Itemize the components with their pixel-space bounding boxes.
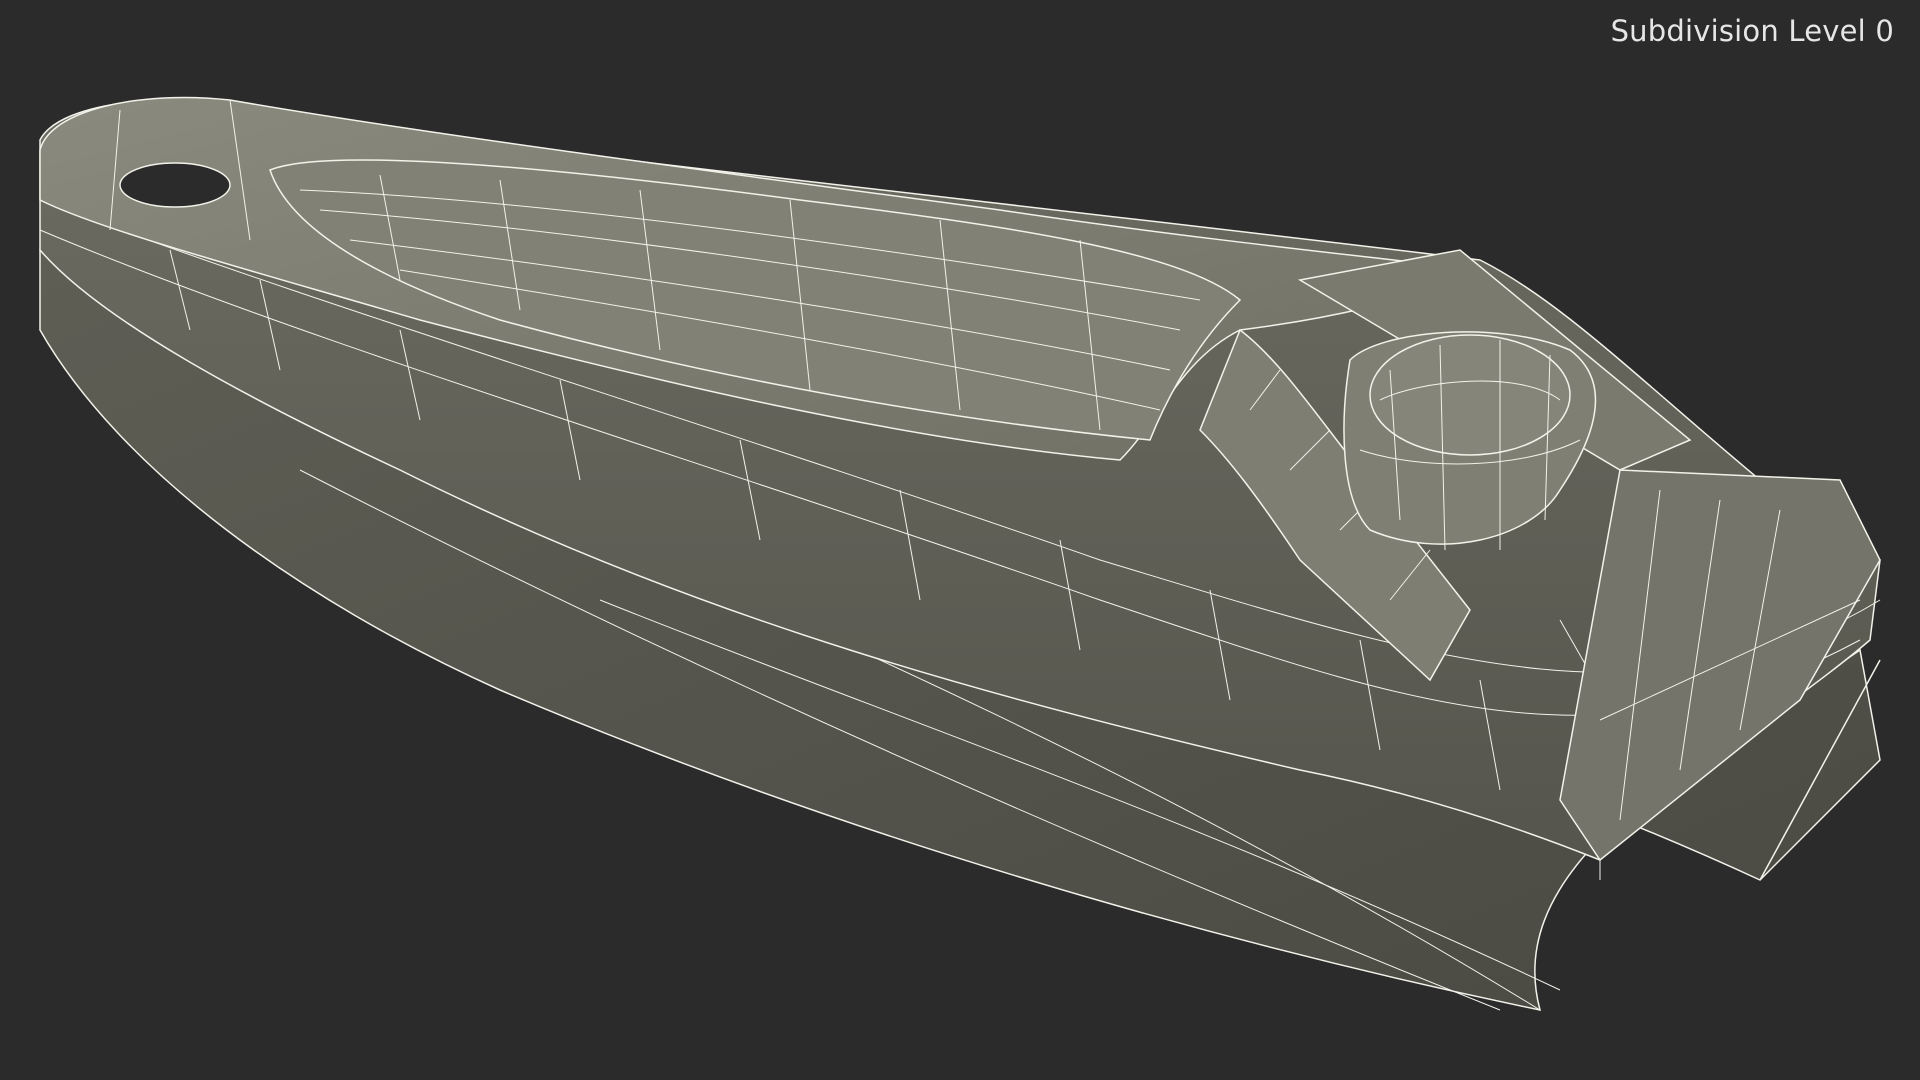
nail-clipper-model [39,96,1881,1011]
3d-viewport: Subdivision Level 0 [0,0,1920,1080]
subdivision-level-label: Subdivision Level 0 [1610,14,1894,48]
